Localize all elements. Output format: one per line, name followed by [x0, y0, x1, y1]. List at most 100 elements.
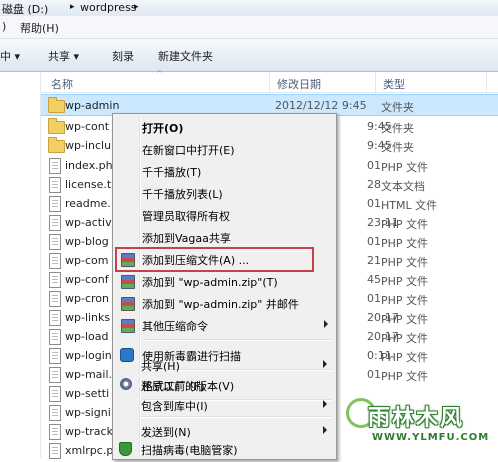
submenu-arrow-icon: [323, 360, 327, 368]
menu-item-include-library[interactable]: 包含到库中(I): [114, 394, 333, 416]
file-icon: [49, 234, 61, 250]
menu-item-scan-guard[interactable]: 扫描病毒(电脑管家): [114, 438, 333, 460]
menu-separator: [141, 416, 331, 418]
file-name: wp-mail.: [65, 368, 113, 381]
column-divider[interactable]: [269, 72, 270, 92]
folder-icon: [48, 137, 65, 153]
file-type: 文件夹: [381, 122, 414, 135]
breadcrumb-separator[interactable]: ▸: [70, 2, 75, 12]
file-type: PHP 文件: [381, 275, 429, 288]
menu-item-label: 打开(O): [142, 122, 184, 135]
file-name: wp-inclu: [65, 139, 112, 152]
file-icon: [49, 253, 61, 269]
file-icon: [49, 310, 61, 326]
address-folder[interactable]: wordpress: [80, 1, 137, 14]
file-type: PHP 文件: [381, 370, 429, 383]
menu-item-label: 在新窗口中打开(E): [142, 144, 235, 157]
file-icon: [49, 215, 61, 231]
file-icon: [49, 329, 61, 345]
navigation-pane[interactable]: [0, 72, 41, 458]
submenu-arrow-icon: [323, 400, 327, 408]
toolbar-organize-button[interactable]: 中 ▾: [0, 48, 20, 64]
menu-item-partial[interactable]: ): [2, 20, 6, 33]
file-type: PHP 文件: [381, 237, 429, 250]
menu-item-help[interactable]: 帮助(H): [20, 20, 59, 36]
menu-item-other-compress[interactable]: 其他压缩命令: [115, 314, 334, 336]
pc-manager-shield-icon: [119, 442, 132, 456]
menu-item-label: 添加到 "wp-admin.zip" 并邮件: [142, 298, 299, 311]
file-date: 45: [367, 273, 381, 286]
file-name: license.t: [65, 178, 112, 191]
column-date[interactable]: 修改日期: [277, 76, 321, 92]
menu-item-take-ownership[interactable]: 管理员取得所有权: [115, 204, 334, 226]
address-bar[interactable]: 磁盘 (D:) ▸ wordpress ▸: [0, 0, 498, 16]
file-type: PHP 文件: [381, 161, 429, 174]
column-divider[interactable]: [486, 72, 487, 92]
file-icon: [49, 348, 61, 364]
folder-icon: [48, 118, 65, 134]
menu-item-restore-versions[interactable]: 还原以前的版本(V): [114, 374, 333, 396]
menu-bar: ) 帮助(H): [0, 16, 498, 39]
menu-item-label: 包含到库中(I): [141, 400, 208, 413]
file-type: PHP 文件: [381, 294, 429, 307]
file-icon: [49, 158, 61, 174]
file-date: 01: [367, 292, 381, 305]
file-name: wp-cont: [65, 120, 110, 133]
toolbar-burn-button[interactable]: 刻录: [112, 48, 134, 64]
file-name: wp-activ: [65, 216, 112, 229]
file-date: 21: [367, 254, 381, 267]
file-date: 2012/12/12 9:45: [275, 99, 367, 112]
menu-item-open-new-window[interactable]: 在新窗口中打开(E): [115, 138, 334, 160]
file-date: 01: [367, 159, 381, 172]
sort-up-icon: ^: [156, 69, 163, 78]
file-name: index.ph: [65, 159, 113, 172]
file-type: PHP 文件: [381, 313, 429, 326]
file-type: PHP 文件: [381, 256, 429, 269]
menu-item-open[interactable]: 打开(O): [115, 116, 334, 138]
menu-item-label: 扫描病毒(电脑管家): [141, 444, 238, 457]
submenu-arrow-icon: [323, 426, 327, 434]
column-type[interactable]: 类型: [383, 76, 405, 92]
winrar-icon: [121, 275, 135, 289]
column-name[interactable]: 名称: [51, 76, 73, 92]
watermark-url: WWW.YLMFU.COM: [372, 432, 490, 443]
file-type: 文本文档: [381, 180, 425, 193]
file-icon: [49, 367, 61, 383]
file-icon: [49, 443, 61, 459]
watermark-logo: 雨林木风 WWW.YLMFU.COM: [346, 396, 494, 454]
file-icon: [49, 196, 61, 212]
file-name: wp-admin: [65, 99, 120, 112]
toolbar-new-folder-button[interactable]: 新建文件夹: [158, 48, 213, 64]
menu-item-label: 千千播放(T): [142, 166, 202, 179]
winrar-icon: [121, 319, 135, 333]
menu-item-add-zip-email[interactable]: 添加到 "wp-admin.zip" 并邮件: [115, 292, 334, 314]
address-drive[interactable]: 磁盘 (D:): [2, 1, 48, 17]
menu-item-add-zip[interactable]: 添加到 "wp-admin.zip"(T): [115, 270, 334, 292]
file-name: wp-track: [65, 425, 113, 438]
menu-item-share[interactable]: 共享(H): [114, 354, 333, 376]
submenu-arrow-icon: [324, 320, 328, 328]
menu-item-ttplayer-list[interactable]: 千千播放列表(L): [115, 182, 334, 204]
file-type: 文件夹: [381, 141, 414, 154]
menu-item-label: 还原以前的版本(V): [141, 380, 235, 393]
file-type: PHP 文件: [381, 351, 429, 364]
context-menu-lower: 共享(H) 还原以前的版本(V) 包含到库中(I) 发送到(N) 扫描病毒(电脑…: [114, 354, 333, 458]
toolbar-share-button[interactable]: 共享 ▾: [48, 48, 79, 64]
file-name: wp-conf: [65, 273, 109, 286]
file-icon: [49, 386, 61, 402]
file-name: wp-cron: [65, 292, 109, 305]
column-header: 名称 ^ 修改日期 类型: [41, 69, 498, 93]
file-icon: [49, 291, 61, 307]
menu-item-ttplayer-play[interactable]: 千千播放(T): [115, 160, 334, 182]
watermark-title: 雨林木风: [368, 406, 465, 431]
file-date: 01: [367, 235, 381, 248]
file-name: wp-signi: [65, 406, 111, 419]
file-type: PHP 文件: [381, 218, 429, 231]
file-icon: [49, 177, 61, 193]
file-date: 28: [367, 178, 381, 191]
file-date: 01: [367, 197, 381, 210]
menu-item-label: 添加到 "wp-admin.zip"(T): [142, 276, 278, 289]
breadcrumb-separator-2[interactable]: ▸: [134, 2, 139, 12]
column-divider[interactable]: [375, 72, 376, 92]
menu-item-add-vagaa[interactable]: 添加到Vagaa共享: [115, 226, 334, 248]
